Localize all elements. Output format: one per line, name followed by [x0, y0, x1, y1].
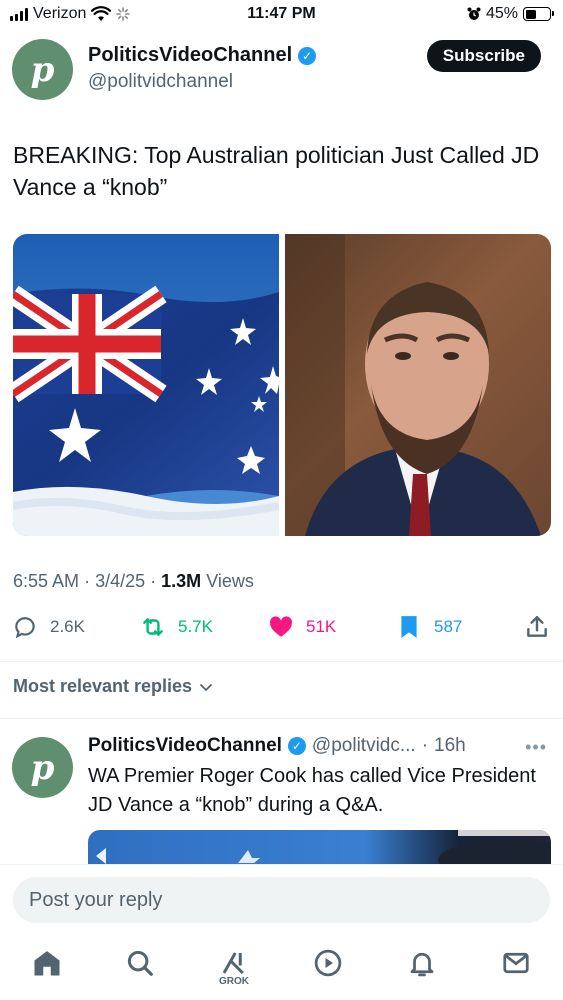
like-count: 51K — [306, 617, 337, 636]
author-avatar[interactable]: p — [12, 39, 73, 100]
alarm-icon — [467, 7, 481, 20]
bookmark-button[interactable]: 587 — [396, 614, 462, 640]
search-icon — [127, 950, 153, 976]
bookmark-icon — [401, 616, 417, 638]
reply-composer — [0, 864, 563, 934]
home-icon — [34, 951, 60, 976]
grok-icon — [222, 952, 244, 975]
grok-label: GROK — [219, 976, 249, 987]
repost-count: 5.7K — [178, 617, 213, 636]
tab-grok[interactable]: GROK — [214, 948, 254, 988]
views-label: Views — [206, 571, 254, 591]
chevron-down-icon — [200, 683, 212, 691]
verified-badge-icon[interactable]: ✓ — [287, 737, 306, 755]
repost-icon — [143, 618, 163, 636]
replies-sort-label[interactable]: Most relevant replies — [13, 676, 192, 697]
more-options-icon[interactable]: ••• — [525, 737, 547, 758]
author-handle[interactable]: @politvidchannel — [88, 71, 316, 93]
like-button[interactable]: 51K — [268, 614, 336, 640]
divider — [0, 718, 563, 719]
reply-count: 2.6K — [50, 617, 85, 636]
repost-button[interactable]: 5.7K — [140, 614, 213, 640]
views-count: 1.3M — [161, 571, 202, 591]
post-text: BREAKING: Top Australian politician Just… — [13, 142, 540, 200]
tab-messages[interactable] — [496, 948, 536, 988]
divider — [0, 661, 563, 662]
reply-author-name[interactable]: PoliticsVideoChannel — [88, 735, 282, 757]
australian-flag-image[interactable] — [13, 234, 279, 536]
person-portrait-image[interactable] — [285, 234, 551, 536]
tab-home[interactable] — [27, 948, 67, 988]
bottom-tab-bar: GROK — [0, 934, 563, 1000]
heart-icon — [270, 616, 292, 637]
author-display-name[interactable]: PoliticsVideoChannel — [88, 44, 292, 67]
battery-percent: 45% — [485, 5, 518, 22]
tab-notifications[interactable] — [402, 948, 442, 988]
replies-sort-dropdown[interactable]: Most relevant replies — [13, 676, 214, 697]
reply-icon — [15, 617, 35, 639]
share-button[interactable] — [524, 614, 550, 640]
author-block[interactable]: PoliticsVideoChannel ✓ @politvidchannel — [88, 44, 317, 93]
reply-media-image[interactable] — [88, 830, 551, 864]
play-circle-icon — [314, 949, 342, 977]
post-meta: 6:55 AM · 3/4/25 · 1.3M Views — [13, 571, 254, 591]
bell-icon — [410, 952, 434, 977]
battery-icon — [523, 7, 554, 21]
post-actions: 2.6K 5.7K 51K 587 — [12, 614, 552, 644]
tab-video[interactable] — [308, 948, 348, 988]
reply-text: WA Premier Roger Cook has called Vice Pr… — [88, 765, 536, 816]
mail-icon — [503, 952, 529, 974]
reply-author-handle[interactable]: @politvidc... — [312, 735, 416, 757]
post-time: 6:55 AM — [13, 571, 80, 591]
post-date: 3/4/25 — [95, 571, 146, 591]
reply-age: 16h — [434, 735, 466, 756]
share-icon — [527, 616, 547, 637]
reply-button[interactable]: 2.6K — [12, 614, 85, 640]
status-bar: Verizon 11:47 PM 45% — [0, 0, 563, 32]
verified-badge-icon[interactable]: ✓ — [298, 46, 317, 65]
reply-input[interactable] — [13, 877, 550, 923]
reply-author-avatar[interactable]: p — [12, 737, 73, 798]
subscribe-button[interactable]: Subscribe — [426, 40, 541, 72]
tab-search[interactable] — [120, 948, 160, 988]
reply-header: PoliticsVideoChannel ✓ @politvidc... · 1… — [88, 735, 466, 757]
bookmark-count: 587 — [434, 617, 463, 636]
